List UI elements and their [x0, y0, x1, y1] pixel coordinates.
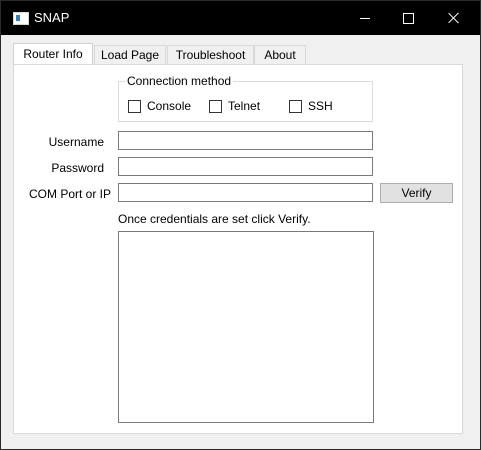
checkbox-box[interactable]	[209, 99, 222, 113]
com-port-field[interactable]	[118, 183, 373, 202]
app-window: SNAP Router Info Load Page Troubleshoot …	[0, 0, 481, 450]
tab-router-info[interactable]: Router Info	[13, 43, 93, 65]
tab-about[interactable]: About	[254, 45, 306, 64]
verify-hint: Once credentials are set click Verify.	[118, 212, 311, 226]
console-label: Console	[147, 99, 192, 113]
close-button[interactable]	[431, 1, 477, 35]
maximize-icon	[402, 12, 414, 24]
minimize-button[interactable]	[342, 1, 388, 35]
username-field[interactable]	[118, 131, 373, 150]
checkbox-box[interactable]	[128, 99, 141, 113]
window-title: SNAP	[34, 10, 70, 25]
telnet-checkbox[interactable]: Telnet	[209, 99, 260, 113]
password-field[interactable]	[118, 157, 373, 176]
router-info-panel: Connection method Console Telnet SSH Use…	[13, 64, 463, 434]
verify-button[interactable]: Verify	[380, 183, 453, 203]
console-checkbox[interactable]: Console	[128, 99, 191, 113]
connection-method-group: Connection method Console Telnet SSH	[118, 74, 373, 122]
tab-load-page[interactable]: Load Page	[94, 45, 166, 64]
app-window-icon	[13, 12, 29, 25]
tab-troubleshoot[interactable]: Troubleshoot	[167, 45, 254, 64]
title-bar[interactable]: SNAP	[1, 1, 480, 35]
checkbox-box[interactable]	[289, 99, 302, 113]
ssh-checkbox[interactable]: SSH	[289, 99, 333, 113]
output-textarea[interactable]	[118, 231, 374, 423]
close-icon	[448, 12, 460, 24]
connection-method-title: Connection method	[125, 74, 234, 88]
username-label: Username	[48, 135, 104, 149]
ssh-label: SSH	[308, 99, 333, 113]
com-port-label: COM Port or IP	[28, 187, 111, 201]
maximize-button[interactable]	[385, 1, 431, 35]
telnet-label: Telnet	[228, 99, 261, 113]
minimize-icon	[360, 17, 370, 19]
password-label: Password	[51, 161, 104, 175]
